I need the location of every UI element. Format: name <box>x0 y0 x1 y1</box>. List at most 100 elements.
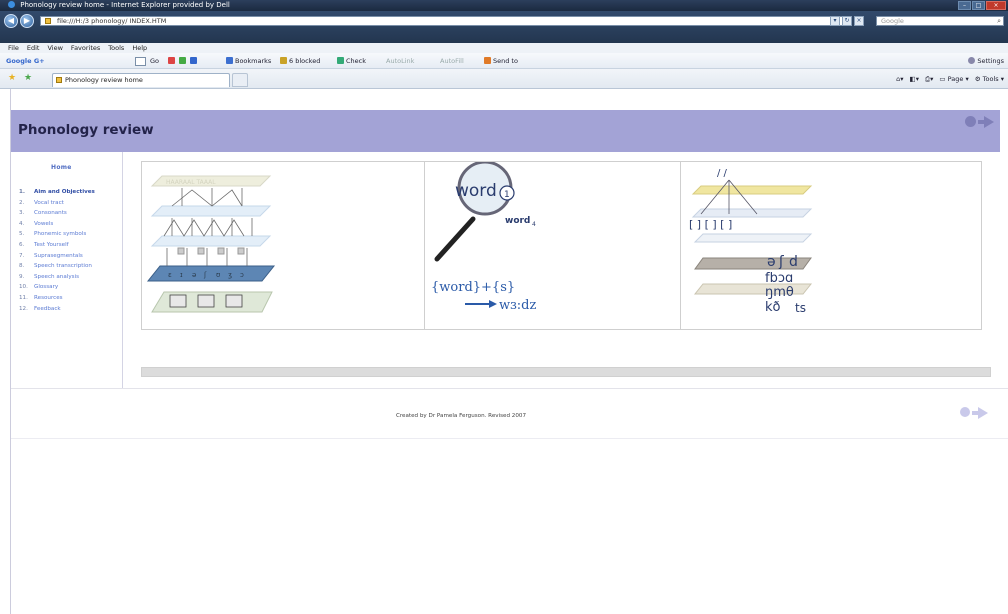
address-text: file:///H:/3 phonology/ INDEX.HTM <box>57 17 167 25</box>
phonetic-text: wɜ:dz <box>499 298 536 313</box>
menu-item[interactable]: 9. Speech analysis <box>19 272 95 283</box>
maximize-button[interactable]: □ <box>972 1 985 10</box>
popup-blocked-icon <box>280 57 287 64</box>
svg-text:ə: ə <box>192 271 196 279</box>
title-bar: Phonology review home - Internet Explore… <box>0 0 1008 11</box>
send-icon <box>484 57 491 64</box>
star-icon <box>226 57 233 64</box>
page-content: Phonology review Home 1. Aim and Objectiv… <box>10 89 1008 614</box>
search-input[interactable]: Google ⌕ <box>876 16 1004 26</box>
symbol-row2: fbɔɑ <box>765 271 793 286</box>
refresh-icon[interactable]: ↻ <box>842 16 852 26</box>
send-to-button[interactable]: Send to <box>484 53 518 69</box>
menu-item[interactable]: 3. Consonants <box>19 208 95 219</box>
menu-favorites[interactable]: Favorites <box>71 43 100 53</box>
autolink-button[interactable]: AutoLink <box>386 53 414 69</box>
menu-item[interactable]: 2. Vocal tract <box>19 198 95 209</box>
menu-item[interactable]: 4. Vowels <box>19 219 95 230</box>
menu-label: Suprasegmentals <box>34 252 83 259</box>
home-dot-icon[interactable] <box>965 116 976 127</box>
address-row: ◀ ▶ file:///H:/3 phonology/ INDEX.HTM ▾ … <box>0 11 1008 43</box>
minimize-button[interactable]: – <box>958 1 971 10</box>
new-tab-button[interactable] <box>232 73 248 87</box>
menu-item[interactable]: 7. Suprasegmentals <box>19 251 95 262</box>
popup-blocker-button[interactable]: 6 blocked <box>280 53 320 69</box>
settings-button[interactable]: Settings <box>968 53 1004 69</box>
window-title: Phonology review home - Internet Explore… <box>20 1 230 9</box>
menu-item[interactable]: 6. Test Yourself <box>19 240 95 251</box>
tools-menu[interactable]: ⚙ Tools ▾ <box>975 73 1004 85</box>
search-icon[interactable]: ⌕ <box>997 17 1001 25</box>
menu-num: 9. <box>19 273 25 280</box>
google-search-input[interactable] <box>135 57 146 66</box>
feeds-icon[interactable]: ◧▾ <box>910 73 919 85</box>
page-menu[interactable]: ▭ Page ▾ <box>939 73 968 85</box>
sidebar: Home 1. Aim and Objectives 2. Vocal tract … <box>11 152 123 388</box>
tab-page-icon <box>56 77 62 83</box>
menu-heading[interactable]: Home <box>51 164 72 171</box>
tools-menu-label: Tools <box>982 75 999 83</box>
tab-phonology-review[interactable]: Phonology review home <box>52 73 230 87</box>
ie-icon <box>8 1 15 8</box>
svg-text:HAARAAL TAAAL: HAARAAL TAAAL <box>166 179 216 186</box>
menu-file[interactable]: File <box>8 43 19 53</box>
autofill-button[interactable]: AutoFill <box>440 53 464 69</box>
illustration-gallery: ɛɪəʃʊʒɔ HAARAAL TAAAL word 1 word 4 {wor… <box>141 161 982 330</box>
autofill-label: AutoFill <box>440 57 464 65</box>
divider <box>11 388 1008 389</box>
go-button[interactable]: Go <box>150 53 159 69</box>
horizontal-scrollbar[interactable] <box>141 367 991 377</box>
favorites-star-icon[interactable]: ★ <box>8 74 16 83</box>
illustration-word: word 1 word 4 {word}+{s} wɜ:dz <box>425 162 681 329</box>
browser-window: Phonology review home - Internet Explore… <box>0 0 1008 614</box>
close-button[interactable]: × <box>986 1 1006 10</box>
green-icon[interactable] <box>179 57 187 64</box>
tab-label: Phonology review home <box>65 76 143 84</box>
layers-diagram: ɛɪəʃʊʒɔ HAARAAL TAAAL <box>146 175 276 313</box>
menu-item[interactable]: 8. Speech transcription <box>19 261 95 272</box>
menu-tools[interactable]: Tools <box>108 43 124 53</box>
menu-item[interactable]: 10. Glossary <box>19 282 95 293</box>
page-menu-label: Page <box>947 75 964 83</box>
menu-item[interactable]: 1. Aim and Objectives <box>19 187 95 198</box>
bookmarks-button[interactable]: Bookmarks <box>226 53 271 69</box>
add-favorite-icon[interactable]: ★ <box>24 74 32 83</box>
menu-edit[interactable]: Edit <box>27 43 40 53</box>
symbol-esh: ʃ <box>778 254 784 270</box>
symbol-schwa: ə <box>767 254 776 270</box>
menu-help[interactable]: Help <box>132 43 147 53</box>
print-icon[interactable]: ⎙▾ <box>925 73 933 85</box>
menu-label: Test Yourself <box>34 241 69 248</box>
menu-label: Feedback <box>34 305 61 312</box>
window-controls: – □ × <box>958 1 1006 10</box>
home-icon[interactable]: ⌂▾ <box>896 73 903 85</box>
go-label: Go <box>150 57 160 65</box>
menu-label: Speech analysis <box>34 273 80 280</box>
blue-icon[interactable] <box>190 57 198 64</box>
address-bar[interactable]: file:///H:/3 phonology/ INDEX.HTM <box>40 16 848 26</box>
address-tools: ▾ ↻ × <box>830 16 870 26</box>
slashes-text: / / <box>717 168 728 179</box>
menu-label: Speech transcription <box>34 263 92 270</box>
menu-item[interactable]: 11. Resources <box>19 293 95 304</box>
menu-item[interactable]: 5. Phonemic symbols <box>19 229 95 240</box>
menu-label: Consonants <box>34 210 67 217</box>
home-dot-icon[interactable] <box>960 407 970 417</box>
back-button[interactable]: ◀ <box>4 14 18 28</box>
menu-num: 11. <box>19 294 28 301</box>
stop-icon[interactable]: × <box>854 16 864 26</box>
menu-num: 5. <box>19 231 25 238</box>
banner: Phonology review <box>11 110 1000 152</box>
brackets-text: [ ] [ ] [ ] <box>689 218 732 231</box>
autolink-label: AutoLink <box>386 57 415 65</box>
blocked-label: 6 blocked <box>289 57 321 65</box>
next-arrow-icon[interactable] <box>978 116 994 128</box>
forward-button[interactable]: ▶ <box>20 14 34 28</box>
menu-item[interactable]: 12. Feedback <box>19 304 95 315</box>
red-icon[interactable] <box>168 57 175 64</box>
dropdown-icon[interactable]: ▾ <box>830 16 840 26</box>
check-button[interactable]: Check <box>337 53 366 69</box>
next-arrow-icon[interactable] <box>972 407 988 419</box>
menu-view[interactable]: View <box>47 43 62 53</box>
symbol-row5: ts <box>795 301 806 315</box>
